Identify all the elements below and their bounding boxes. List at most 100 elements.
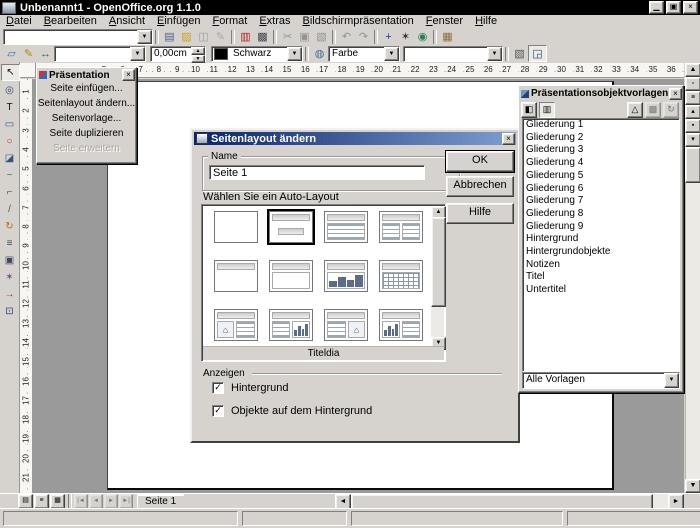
scrollbar-extra-button[interactable]: ▫ [685,77,700,91]
chevron-down-icon[interactable]: ▼ [287,47,302,61]
curve-tool-icon[interactable]: ~ [1,168,18,183]
chevron-down-icon[interactable]: ▼ [137,30,152,44]
menu-item-fenster[interactable]: Fenster [420,15,469,28]
background-objects-checkbox[interactable]: ✓ Objekte auf dem Hintergrund [212,405,372,417]
layout-scrollbar[interactable]: ▲ ▼ [431,206,444,350]
url-value[interactable] [4,30,137,44]
scrollbar-track[interactable] [685,183,700,479]
presentation-styles-icon[interactable]: ▥ [539,102,555,118]
menu-item-extras[interactable]: Extras [253,15,296,28]
close-icon[interactable]: × [502,133,515,145]
shadow-icon[interactable]: ▧ [511,46,528,61]
fill-style-icon[interactable]: ◍ [311,46,328,61]
gallery-icon[interactable]: ◉ [414,29,431,44]
open-icon[interactable]: ▨ [178,29,195,44]
layout-tile-title-chart[interactable] [324,260,368,292]
graphic-styles-icon[interactable]: ◧ [521,102,537,118]
menu-item-hilfe[interactable]: Hilfe [469,15,503,28]
fill-color-value[interactable] [404,47,487,61]
style-item-gliederung-9[interactable]: Gliederung 9 [523,221,679,234]
style-item-gliederung-5[interactable]: Gliederung 5 [523,170,679,183]
layout-tile-title-two-bullets[interactable] [379,211,423,243]
style-item-notizen[interactable]: Notizen [523,259,679,272]
presentation-command-seitenvorlage[interactable]: Seitenvorlage... [37,111,136,126]
line-width-value[interactable]: 0,00cm [151,47,191,61]
stylist-titlebar[interactable]: Präsentationsobjektvorlagen × [519,86,683,100]
layout-tile-title-text-clipart[interactable]: ⌂ [324,309,368,341]
zoom-tool-icon[interactable]: ◎ [1,83,18,98]
slide-view-button[interactable]: ▦ [50,494,65,509]
chevron-down-icon[interactable]: ▼ [664,373,679,388]
zoom-icon[interactable]: ✶ [397,29,414,44]
style-item-titel[interactable]: Titel [523,271,679,284]
help-button[interactable]: Hilfe [446,203,514,224]
layout-tile-title-table[interactable] [379,260,423,292]
close-button[interactable]: × [683,1,698,14]
menu-item-format[interactable]: Format [206,15,253,28]
rotate-tool-icon[interactable]: ↻ [1,219,18,234]
url-combobox[interactable]: ▼ [3,29,153,45]
line-width-spinner[interactable]: 0,00cm ▲▼ [150,46,206,62]
layout-tile-blank[interactable] [214,211,258,243]
style-item-gliederung-4[interactable]: Gliederung 4 [523,157,679,170]
close-icon[interactable]: × [122,69,135,81]
styles-filter-select[interactable]: Alle Vorlagen ▼ [522,372,680,389]
restore-button[interactable]: ▣ [666,1,681,14]
layout-tile-title-subtitle[interactable] [269,211,313,243]
fill-color-select[interactable]: ▼ [403,46,503,62]
minimize-button[interactable]: ▁ [649,1,664,14]
close-icon[interactable]: × [669,88,682,100]
presentation-command-seite-einf-gen[interactable]: Seite einfügen... [37,81,136,96]
fill-type-value[interactable]: Farbe [329,47,384,61]
scrollbar-extra-button[interactable]: ≡ [685,91,700,105]
tab-seite-1[interactable]: Seite 1 [137,494,192,508]
styles-list[interactable]: Gliederung 1Gliederung 2Gliederung 3Glie… [522,118,680,372]
ok-button[interactable]: OK [446,151,514,172]
style-item-gliederung-7[interactable]: Gliederung 7 [523,195,679,208]
fill-type-select[interactable]: Farbe ▼ [328,46,400,62]
presentation-command-seitenlayout-ndern[interactable]: Seitenlayout ändern... [37,96,136,111]
scrollbar-extra-button[interactable]: ▾ [685,133,700,147]
vertical-scrollbar[interactable]: ▲▫≡▴▪▾▼ [684,63,700,493]
arrow-style-icon[interactable]: ↔ [37,46,54,61]
style-item-gliederung-2[interactable]: Gliederung 2 [523,132,679,145]
outline-view-button[interactable]: ≡ [34,494,49,509]
style-item-gliederung-6[interactable]: Gliederung 6 [523,183,679,196]
scrollbar-thumb[interactable] [685,147,700,183]
objects3d-tool-icon[interactable]: ◪ [1,151,18,166]
layout-tile-title-content[interactable] [269,260,313,292]
slide-show-icon[interactable]: ⊡ [1,304,18,319]
menu-item-bildschirmpr-sentation[interactable]: Bildschirmpräsentation [297,15,420,28]
background-checkbox[interactable]: ✓ Hintergrund [212,382,288,394]
presentation-toolbar-titlebar[interactable]: Präsentation × [37,68,136,81]
spin-up-icon[interactable]: ▲ [191,47,205,55]
layout-tile-title-chart-text[interactable] [379,309,423,341]
scrollbar-extra-button[interactable]: ▪ [685,119,700,133]
navigator-icon[interactable]: + [380,29,397,44]
export-pdf-icon[interactable]: ▥ [237,29,254,44]
slide-name-input[interactable] [209,165,425,180]
line-style-select[interactable]: ▼ [54,46,146,62]
edit-points-icon[interactable]: ▱ [3,46,20,61]
scrollbar-extra-button[interactable]: ▴ [685,105,700,119]
menu-item-bearbeiten[interactable]: Bearbeiten [38,15,103,28]
layout-tile-title-clipart-text[interactable]: ⌂ [214,309,258,341]
style-item-gliederung-3[interactable]: Gliederung 3 [523,144,679,157]
select-icon[interactable]: ↖ [1,64,20,81]
chevron-down-icon[interactable]: ▼ [130,47,145,61]
chevron-down-icon[interactable]: ▼ [487,47,502,61]
chevron-down-icon[interactable]: ▼ [384,47,399,61]
cancel-button[interactable]: Abbrechen [446,176,514,197]
vertical-ruler[interactable]: 123456789101112131415161718192021 [20,79,33,493]
dialog-titlebar[interactable]: Seitenlayout ändern × [194,132,516,145]
layout-tile-title-bullets[interactable] [324,211,368,243]
text-tool-icon[interactable]: T [1,100,18,115]
menu-item-ansicht[interactable]: Ansicht [103,15,151,28]
hyperlink-icon[interactable]: ▦ [439,29,456,44]
effects-icon[interactable]: ✶ [1,270,18,285]
scroll-up-icon[interactable]: ▲ [685,63,700,77]
lines-arrows-tool-icon[interactable]: / [1,202,18,217]
style-item-hintergrund[interactable]: Hintergrund [523,233,679,246]
fill-format-mode-icon[interactable]: △ [627,102,643,118]
interaction-icon[interactable]: → [1,287,18,302]
